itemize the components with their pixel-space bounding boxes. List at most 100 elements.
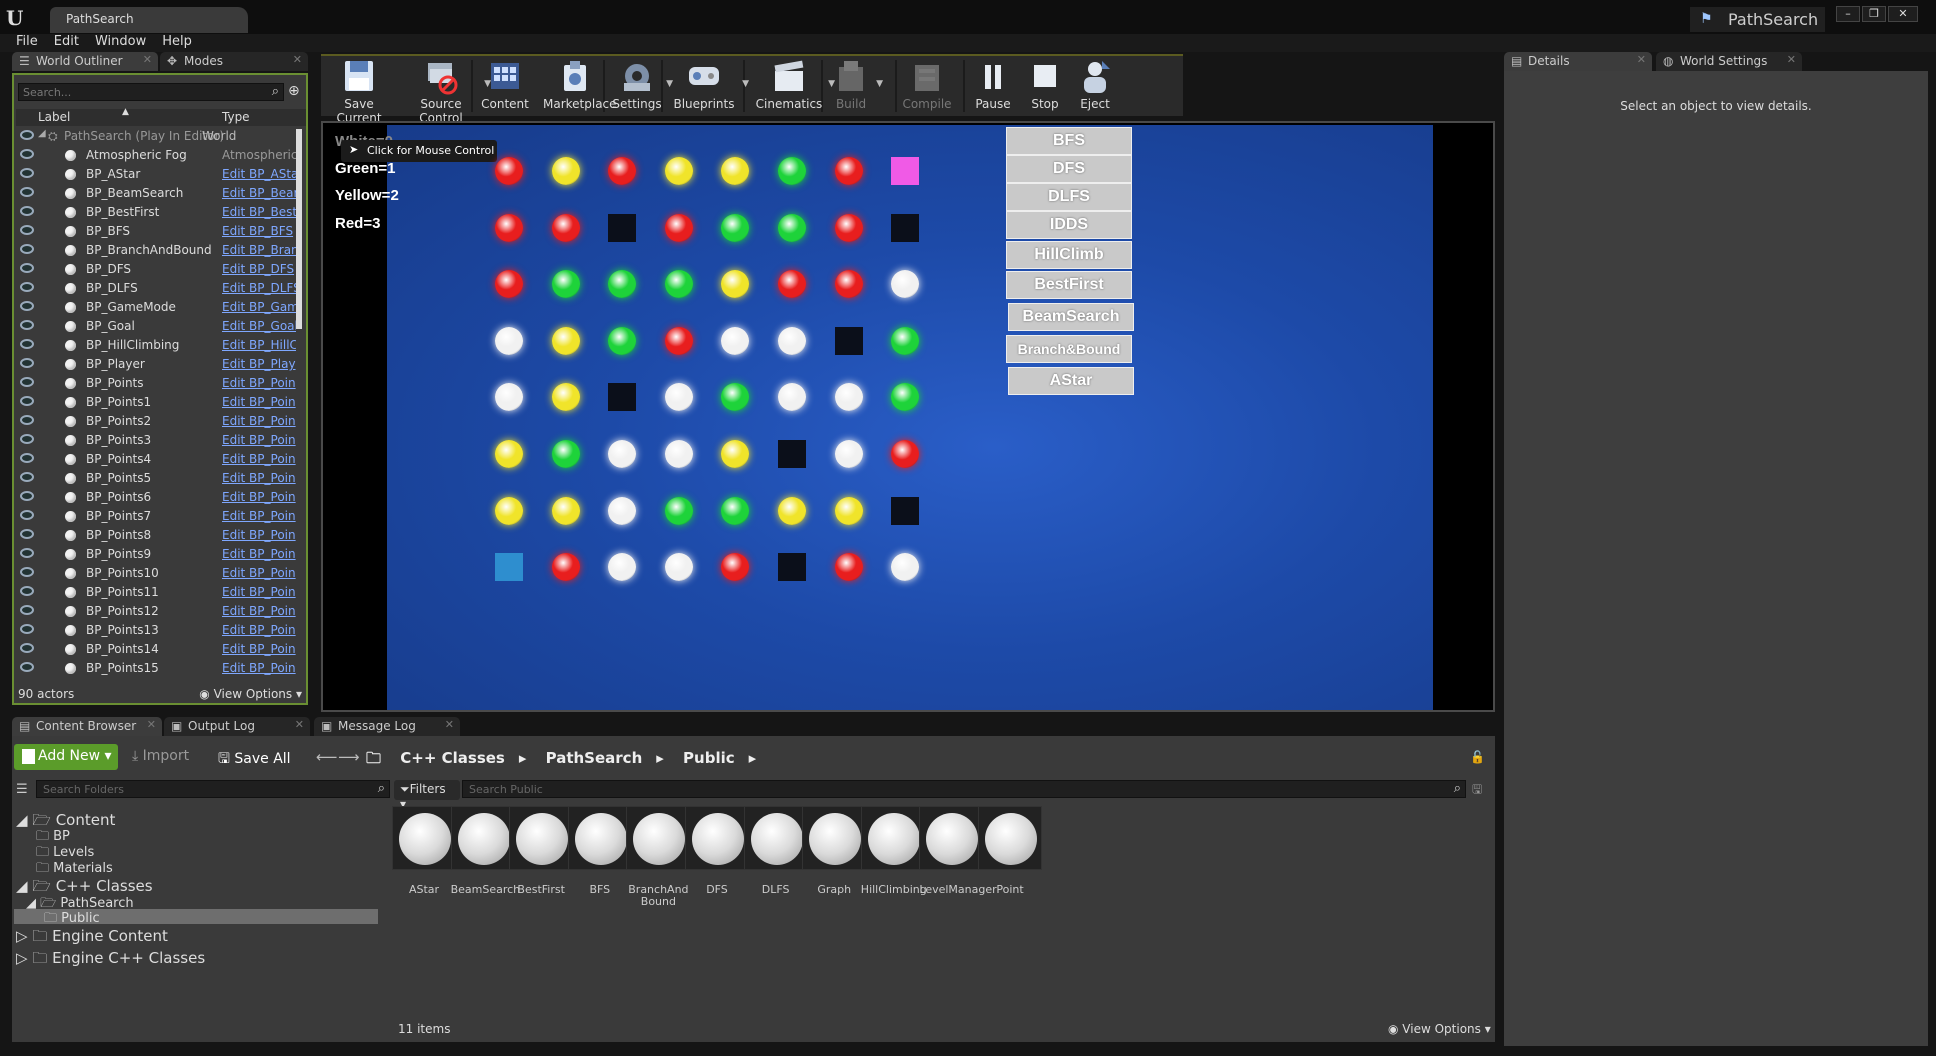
row-type-link[interactable]: Edit BP_Poin xyxy=(222,661,296,675)
asset-tile[interactable]: AStar xyxy=(392,806,456,896)
dropdown-arrow-icon[interactable]: ▼ xyxy=(742,79,749,89)
filters-button[interactable]: ⏷Filters ▾ xyxy=(394,780,460,811)
tab-modes[interactable]: ✥ Modes ✕ xyxy=(160,52,308,71)
visibility-eye-icon[interactable] xyxy=(20,263,34,273)
close-icon[interactable]: ✕ xyxy=(147,718,156,731)
visibility-eye-icon[interactable] xyxy=(20,472,34,482)
outliner-row[interactable]: BP_HillClimbing Edit BP_HillC xyxy=(16,336,296,355)
outliner-row[interactable]: BP_Points6 Edit BP_Poin xyxy=(16,488,296,507)
row-type-link[interactable]: Edit BP_DFS xyxy=(222,262,296,276)
row-type-link[interactable]: Edit BP_Goal xyxy=(222,319,296,333)
toolbar-eject-button[interactable]: Eject xyxy=(1073,59,1117,117)
close-icon[interactable]: ✕ xyxy=(295,718,304,731)
menu-help[interactable]: Help xyxy=(162,34,192,49)
visibility-eye-icon[interactable] xyxy=(20,662,34,672)
back-arrow-icon[interactable]: ⟵ xyxy=(316,748,338,766)
outliner-row[interactable]: BP_Points3 Edit BP_Poin xyxy=(16,431,296,450)
visibility-eye-icon[interactable] xyxy=(20,567,34,577)
lock-icon[interactable]: 🔓 xyxy=(1470,750,1485,764)
import-button[interactable]: ⤓ Import xyxy=(132,748,189,764)
algorithm-button-bfs[interactable]: BFS xyxy=(1006,127,1132,155)
toolbar-cinematics-button[interactable]: Cinematics ▼ xyxy=(753,59,835,117)
algorithm-button-idds[interactable]: IDDS xyxy=(1006,211,1132,239)
breadcrumb-item[interactable]: Public xyxy=(683,749,735,767)
restore-button[interactable]: ❐ xyxy=(1862,6,1886,22)
asset-tile[interactable]: DLFS xyxy=(743,806,808,896)
row-type-link[interactable]: Edit BP_BFS xyxy=(222,224,296,238)
algorithm-button-hillclimb[interactable]: HillClimb xyxy=(1006,241,1132,269)
visibility-eye-icon[interactable] xyxy=(20,605,34,615)
row-type-link[interactable]: Edit BP_Poin xyxy=(222,395,296,409)
toolbar-pause-button[interactable]: Pause xyxy=(971,59,1015,117)
visibility-eye-icon[interactable] xyxy=(20,168,34,178)
breadcrumb-item[interactable]: C++ Classes xyxy=(400,749,505,767)
asset-tile[interactable]: Point xyxy=(978,806,1042,896)
close-icon[interactable]: ✕ xyxy=(1787,53,1796,66)
toolbar-blueprints-button[interactable]: Blueprints ▼ xyxy=(669,59,749,117)
menu-window[interactable]: Window xyxy=(95,34,146,49)
visibility-eye-icon[interactable] xyxy=(20,415,34,425)
outliner-row[interactable]: BP_Points2 Edit BP_Poin xyxy=(16,412,296,431)
visibility-eye-icon[interactable] xyxy=(20,586,34,596)
algorithm-button-dlfs[interactable]: DLFS xyxy=(1006,183,1132,211)
asset-tile[interactable]: Graph xyxy=(802,806,867,896)
outliner-row[interactable]: BP_AStar Edit BP_AStar xyxy=(16,165,296,184)
folder-search-input[interactable]: Search Folders ⌕ xyxy=(36,780,390,798)
outliner-scrollbar[interactable] xyxy=(296,129,302,329)
view-options-button[interactable]: ◉ View Options ▾ xyxy=(199,687,302,701)
outliner-row[interactable]: BP_Points8 Edit BP_Poin xyxy=(16,526,296,545)
visibility-eye-icon[interactable] xyxy=(20,320,34,330)
row-type-link[interactable]: Edit BP_Poin xyxy=(222,528,296,542)
visibility-eye-icon[interactable] xyxy=(20,377,34,387)
tab-details[interactable]: ▤ Details ✕ xyxy=(1504,52,1652,71)
tab-message-log[interactable]: ▣ Message Log ✕ xyxy=(314,717,460,736)
row-type-link[interactable]: Edit BP_Poin xyxy=(222,490,296,504)
tab-output-log[interactable]: ▣ Output Log ✕ xyxy=(164,717,310,736)
visibility-eye-icon[interactable] xyxy=(20,339,34,349)
outliner-row[interactable]: BP_Points9 Edit BP_Poin xyxy=(16,545,296,564)
close-icon[interactable]: ✕ xyxy=(293,53,302,66)
row-type-link[interactable]: Edit BP_Poin xyxy=(222,471,296,485)
visibility-eye-icon[interactable] xyxy=(20,206,34,216)
visibility-eye-icon[interactable] xyxy=(20,453,34,463)
outliner-row[interactable]: BP_Points14 Edit BP_Poin xyxy=(16,640,296,659)
outliner-row[interactable]: BP_Points15 Edit BP_Poin xyxy=(16,659,296,678)
col-type-header[interactable]: Type xyxy=(222,110,250,124)
outliner-root-row[interactable]: ◢ ⛭ PathSearch (Play In Editor) World xyxy=(16,127,296,146)
algorithm-button-beamsearch[interactable]: BeamSearch xyxy=(1008,303,1134,331)
outliner-search-input[interactable]: Search... ⌕ xyxy=(18,83,284,101)
row-type-link[interactable]: Edit BP_Poin xyxy=(222,585,296,599)
algorithm-button-bestfirst[interactable]: BestFirst xyxy=(1006,271,1132,299)
menu-file[interactable]: File xyxy=(16,34,38,49)
row-type-link[interactable]: Edit BP_DLFS xyxy=(222,281,296,295)
col-label-header[interactable]: Label xyxy=(38,110,70,124)
tab-content-browser[interactable]: ▤ Content Browser ✕ xyxy=(12,717,162,736)
close-icon[interactable]: ✕ xyxy=(143,53,152,66)
toolbar-source-control-button[interactable]: Source Control ▼ xyxy=(401,59,491,125)
outliner-row[interactable]: BP_BFS Edit BP_BFS xyxy=(16,222,296,241)
outliner-row[interactable]: BP_Points1 Edit BP_Poin xyxy=(16,393,296,412)
row-type-link[interactable]: Edit BP_Poin xyxy=(222,604,296,618)
algorithm-button-dfs[interactable]: DFS xyxy=(1006,155,1132,183)
outliner-row[interactable]: BP_Points4 Edit BP_Poin xyxy=(16,450,296,469)
outliner-row[interactable]: BP_DFS Edit BP_DFS xyxy=(16,260,296,279)
save-search-icon[interactable]: 🖫 xyxy=(1472,780,1482,801)
visibility-eye-icon[interactable] xyxy=(20,187,34,197)
asset-tile[interactable]: BeamSearch xyxy=(450,806,520,896)
visibility-eye-icon[interactable] xyxy=(20,434,34,444)
row-type-link[interactable]: Edit BP_Play xyxy=(222,357,296,371)
level-viewport[interactable]: White=0 Green=1 Yellow=2 Red=3 ➤Click fo… xyxy=(321,121,1495,712)
visibility-eye-icon[interactable] xyxy=(20,358,34,368)
add-new-button[interactable]: Add New ▾ xyxy=(14,744,118,770)
collapse-arrow-icon[interactable]: ◢ xyxy=(38,128,46,139)
outliner-row[interactable]: BP_Player Edit BP_Play xyxy=(16,355,296,374)
visibility-eye-icon[interactable] xyxy=(20,149,34,159)
visibility-eye-icon[interactable] xyxy=(20,491,34,501)
visibility-eye-icon[interactable] xyxy=(20,624,34,634)
visibility-eye-icon[interactable] xyxy=(20,130,34,140)
outliner-row[interactable]: BP_BeamSearch Edit BP_Bear xyxy=(16,184,296,203)
forward-arrow-icon[interactable]: ⟶ xyxy=(338,748,360,766)
outliner-row[interactable]: BP_Points5 Edit BP_Poin xyxy=(16,469,296,488)
outliner-row[interactable]: BP_Points11 Edit BP_Poin xyxy=(16,583,296,602)
asset-tile[interactable]: BFS xyxy=(567,806,632,896)
